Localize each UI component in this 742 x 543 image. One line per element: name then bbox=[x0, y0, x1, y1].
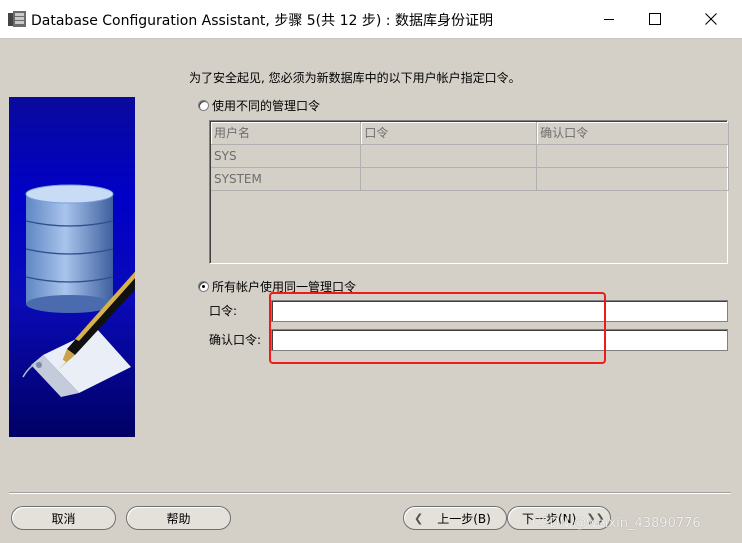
radio-button-selected[interactable] bbox=[198, 281, 209, 292]
minimize-button[interactable] bbox=[586, 0, 632, 38]
help-button[interactable]: 帮助 bbox=[126, 506, 231, 530]
back-button[interactable]: ❮ 上一步(B) bbox=[403, 506, 507, 530]
table-cell-confirm bbox=[536, 143, 729, 168]
maximize-icon bbox=[649, 13, 661, 25]
password-label: 口令: bbox=[209, 304, 238, 318]
column-header-confirm: 确认口令 bbox=[536, 122, 729, 145]
wizard-graphic bbox=[9, 97, 169, 437]
annotation-highlight-box bbox=[269, 292, 606, 364]
close-icon bbox=[705, 13, 717, 25]
window-title: Database Configuration Assistant, 步骤 5(共… bbox=[31, 13, 493, 29]
app-icon bbox=[8, 11, 26, 27]
title-bar: Database Configuration Assistant, 步骤 5(共… bbox=[0, 0, 742, 39]
column-header-password: 口令 bbox=[360, 122, 538, 145]
minimize-icon bbox=[604, 19, 614, 20]
table-row: SYS bbox=[211, 143, 729, 168]
back-button-label: 上一步(B) bbox=[437, 511, 491, 526]
maximize-button[interactable] bbox=[632, 0, 678, 38]
cancel-button[interactable]: 取消 bbox=[11, 506, 116, 530]
database-pen-illustration-icon bbox=[22, 184, 169, 397]
radio-button[interactable] bbox=[198, 100, 209, 111]
radio-different-passwords[interactable]: 使用不同的管理口令 bbox=[198, 97, 320, 114]
table-cell-password bbox=[360, 143, 538, 168]
close-button[interactable] bbox=[688, 0, 734, 38]
watermark-text: CSDN @weixin_43890776 bbox=[532, 516, 701, 531]
table-row: SYSTEM bbox=[211, 166, 729, 191]
instruction-text: 为了安全起见, 您必须为新数据库中的以下用户帐户指定口令。 bbox=[189, 71, 521, 85]
chevron-left-icon: ❮ bbox=[414, 511, 424, 525]
column-header-username: 用户名 bbox=[211, 122, 362, 145]
user-password-table: 用户名 口令 确认口令 SYS SYSTEM bbox=[209, 120, 729, 264]
radio-label-different: 使用不同的管理口令 bbox=[212, 99, 321, 113]
table-cell-password bbox=[360, 166, 538, 191]
footer-separator bbox=[9, 492, 731, 494]
table-cell-username: SYS bbox=[211, 143, 362, 168]
table-cell-confirm bbox=[536, 166, 729, 191]
table-header-row: 用户名 口令 确认口令 bbox=[211, 122, 729, 145]
confirm-password-label: 确认口令: bbox=[209, 333, 262, 347]
table-cell-username: SYSTEM bbox=[211, 166, 362, 191]
